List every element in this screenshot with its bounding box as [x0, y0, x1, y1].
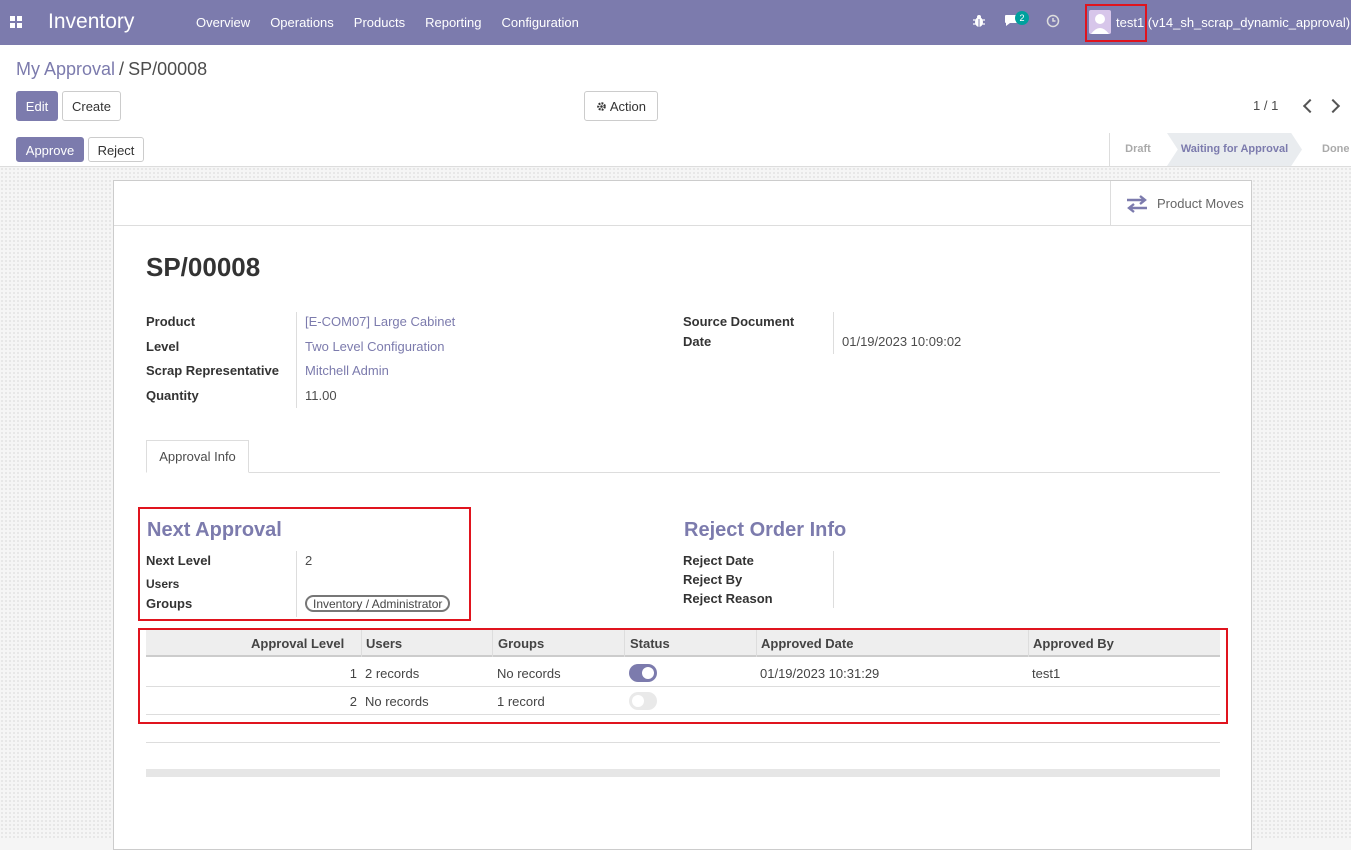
breadcrumb-current: SP/00008	[128, 59, 208, 79]
user-menu-label[interactable]: test1 (v14_sh_scrap_dynamic_approval)	[1116, 15, 1350, 30]
approved-by-cell: test1	[1032, 666, 1061, 681]
create-button[interactable]: Create	[62, 91, 121, 121]
user-highlight-box	[1085, 4, 1147, 42]
top-navbar: Inventory Overview Operations Products R…	[0, 0, 1351, 45]
field-separator	[833, 312, 834, 354]
product-label: Product	[146, 314, 196, 329]
divider	[146, 742, 1220, 743]
column-divider	[492, 630, 493, 657]
stage-done[interactable]: Done	[1322, 133, 1351, 166]
edit-button[interactable]: Edit	[16, 91, 58, 121]
column-header-approved-date[interactable]: Approved Date	[761, 636, 853, 651]
scrap-representative-label: Scrap Representative	[146, 363, 279, 378]
table-row[interactable]: 2 No records 1 record	[146, 687, 1220, 715]
stage-waiting-for-approval[interactable]: Waiting for Approval	[1167, 133, 1302, 166]
next-level-label: Next Level	[146, 553, 212, 568]
source-document-label: Source Document	[683, 314, 795, 329]
control-panel: My Approval / SP/00008 Edit Create Action …	[0, 45, 1351, 134]
column-header-users[interactable]: Users	[366, 636, 402, 651]
approve-button[interactable]: Approve	[16, 137, 84, 162]
tab-bar-line	[146, 472, 1220, 473]
group-tag[interactable]: Inventory / Administrator	[305, 595, 451, 612]
column-header-status[interactable]: Status	[630, 636, 670, 651]
pager-value[interactable]: 1 / 1	[1253, 98, 1278, 113]
column-divider	[756, 630, 757, 657]
column-divider	[1028, 630, 1029, 657]
apps-menu-icon[interactable]	[10, 16, 22, 28]
column-header-groups[interactable]: Groups	[498, 636, 544, 651]
reject-reason-label: Reject Reason	[683, 591, 773, 606]
statusbar: Approve Reject Draft Waiting for Approva…	[0, 133, 1351, 167]
menu-item-overview[interactable]: Overview	[186, 15, 260, 30]
approved-date-cell: 01/19/2023 10:31:29	[760, 666, 880, 681]
product-moves-label: Product Moves	[1157, 196, 1244, 211]
menu-item-operations[interactable]: Operations	[260, 15, 344, 30]
users-label: Users	[146, 577, 180, 591]
field-separator	[833, 551, 834, 608]
next-level-value: 2	[305, 553, 313, 568]
action-button[interactable]: Action	[584, 91, 658, 121]
reject-by-label: Reject By	[683, 572, 743, 587]
breadcrumb: My Approval / SP/00008	[16, 59, 207, 80]
main-menu: Overview Operations Products Reporting C…	[186, 15, 589, 30]
smart-button-box: Product Moves	[114, 181, 1251, 226]
bug-icon[interactable]	[972, 14, 986, 28]
clock-icon[interactable]	[1046, 14, 1060, 28]
users-cell: No records	[365, 694, 429, 709]
app-title[interactable]: Inventory	[48, 10, 134, 34]
transfer-arrows-icon	[1127, 195, 1147, 213]
product-moves-button[interactable]: Product Moves	[1110, 181, 1252, 225]
quantity-value: 11.00	[305, 388, 337, 403]
approval-level-cell: 1	[349, 666, 357, 681]
groups-label: Groups	[146, 596, 193, 611]
quantity-label: Quantity	[146, 388, 199, 403]
chat-count-badge: 2	[1015, 11, 1029, 25]
reject-button[interactable]: Reject	[88, 137, 144, 162]
field-separator	[296, 551, 297, 617]
next-approval-title: Next Approval	[147, 519, 282, 541]
table-row[interactable]: 1 2 records No records 01/19/2023 10:31:…	[146, 659, 1220, 687]
users-cell: 2 records	[365, 666, 420, 681]
reject-date-label: Reject Date	[683, 553, 754, 568]
date-value: 01/19/2023 10:09:02	[842, 334, 962, 349]
field-separator	[296, 312, 297, 408]
chevron-right-icon[interactable]	[1325, 98, 1341, 114]
table-header: Approval Level Users Groups Status Appro…	[146, 630, 1220, 657]
tab-approval-info[interactable]: Approval Info	[146, 440, 249, 473]
record-title: SP/00008	[146, 252, 261, 282]
form-footer-bar	[146, 769, 1220, 777]
scrap-representative-value[interactable]: Mitchell Admin	[305, 363, 389, 378]
approval-level-cell: 2	[349, 694, 357, 709]
breadcrumb-parent[interactable]: My Approval	[16, 59, 115, 79]
menu-item-configuration[interactable]: Configuration	[491, 15, 588, 30]
chevron-left-icon[interactable]	[1302, 98, 1318, 114]
column-divider	[624, 630, 625, 657]
status-toggle-on[interactable]	[629, 664, 657, 682]
product-value[interactable]: [E-COM07] Large Cabinet	[305, 314, 455, 329]
level-value[interactable]: Two Level Configuration	[305, 339, 444, 354]
column-header-approval-level[interactable]: Approval Level	[251, 636, 344, 651]
menu-item-reporting[interactable]: Reporting	[415, 15, 491, 30]
stage-draft[interactable]: Draft	[1110, 133, 1166, 166]
level-label: Level	[146, 339, 180, 354]
status-toggle-off[interactable]	[629, 692, 657, 710]
reject-order-info-title: Reject Order Info	[684, 519, 847, 541]
create-button-label: Create	[71, 99, 112, 114]
groups-cell: No records	[497, 666, 561, 681]
groups-cell: 1 record	[497, 694, 545, 709]
date-label: Date	[683, 334, 712, 349]
breadcrumb-separator: /	[119, 59, 125, 79]
gear-icon	[597, 102, 606, 111]
menu-item-products[interactable]: Products	[344, 15, 415, 30]
action-button-label: Action	[609, 99, 647, 114]
column-divider	[361, 630, 362, 657]
column-header-approved-by[interactable]: Approved By	[1033, 636, 1114, 651]
